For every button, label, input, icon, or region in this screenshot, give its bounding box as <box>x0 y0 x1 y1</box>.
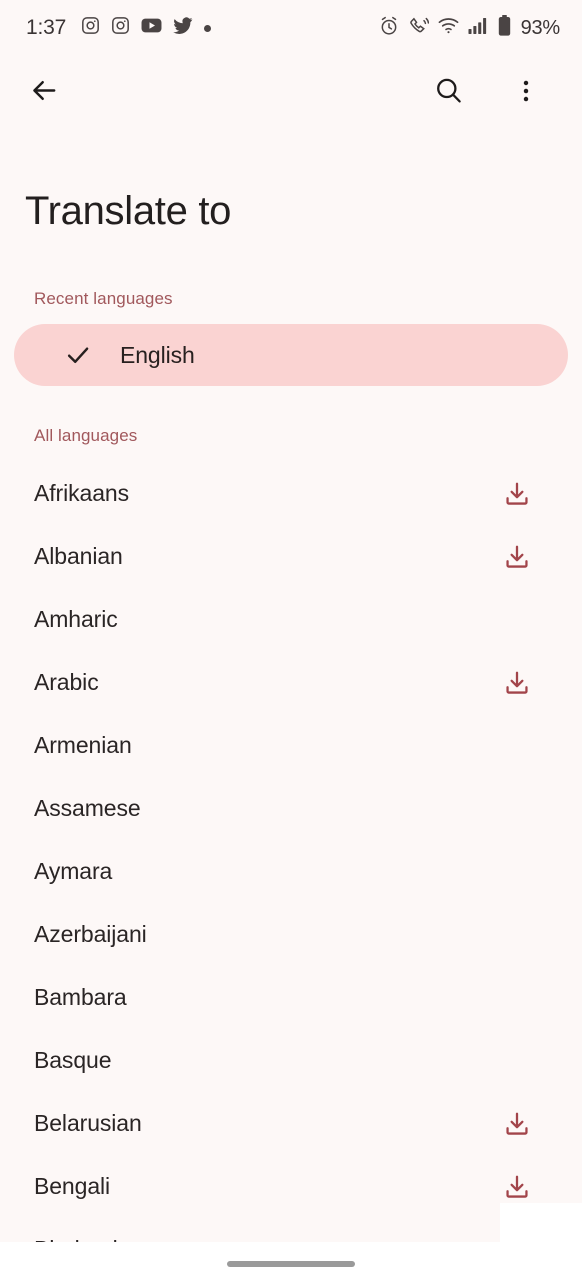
download-slot-empty <box>502 605 532 635</box>
back-button[interactable] <box>22 70 66 114</box>
page-title: Translate to <box>25 189 232 233</box>
language-name: Aymara <box>34 858 113 884</box>
app-bar <box>0 56 582 128</box>
search-button[interactable] <box>426 70 470 114</box>
language-name: Albanian <box>34 543 123 569</box>
download-slot-empty <box>502 1046 532 1076</box>
language-item-selected[interactable]: English <box>14 324 568 386</box>
language-list-item[interactable]: Basque <box>0 1029 582 1092</box>
check-icon <box>64 341 92 369</box>
status-clock: 1:37 <box>26 16 67 39</box>
phone-screen: 1:37 93% Translate to Recent languages E… <box>0 0 582 1286</box>
call-vibrate-icon <box>408 16 429 41</box>
language-list-item[interactable]: Albanian <box>0 525 582 588</box>
language-list-item[interactable]: Bambara <box>0 966 582 1029</box>
instagram-icon <box>81 16 100 40</box>
language-list-item[interactable]: Arabic <box>0 651 582 714</box>
language-name: Bengali <box>34 1173 111 1199</box>
status-bar-right: 93% <box>379 15 560 41</box>
language-name: English <box>120 341 195 368</box>
language-name: Afrikaans <box>34 480 129 506</box>
app-bar-actions <box>426 70 548 114</box>
language-list-item[interactable]: Amharic <box>0 588 582 651</box>
twitter-icon <box>173 16 193 40</box>
language-list-item[interactable]: Assamese <box>0 777 582 840</box>
more-vert-icon <box>513 78 539 107</box>
download-slot-empty <box>502 794 532 824</box>
search-icon <box>434 76 463 108</box>
download-icon[interactable] <box>502 479 532 509</box>
gesture-home-bar[interactable] <box>227 1261 355 1267</box>
language-name: Azerbaijani <box>34 921 147 947</box>
all-languages-list[interactable]: Afrikaans Albanian Amharic Arabic Armenian As… <box>0 462 582 1281</box>
language-list-item[interactable]: Armenian <box>0 714 582 777</box>
language-list-item[interactable]: Bengali <box>0 1155 582 1218</box>
signal-bars-icon <box>468 16 489 40</box>
battery-percent-label: 93% <box>520 16 561 39</box>
language-list-item[interactable]: Afrikaans <box>0 462 582 525</box>
arrow-back-icon <box>29 75 60 109</box>
language-name: Belarusian <box>34 1110 142 1136</box>
notification-dot-icon <box>204 24 212 32</box>
status-bar-left: 1:37 <box>26 16 212 40</box>
download-icon[interactable] <box>502 1109 532 1139</box>
youtube-icon <box>141 16 162 40</box>
download-slot-empty <box>502 920 532 950</box>
overflow-menu-button[interactable] <box>504 70 548 114</box>
section-header-recent: Recent languages <box>34 289 173 308</box>
language-list-item[interactable]: Belarusian <box>0 1092 582 1155</box>
alarm-icon <box>379 16 399 41</box>
instagram-icon <box>111 16 130 40</box>
wifi-icon <box>438 16 459 40</box>
language-name: Amharic <box>34 606 118 632</box>
navigation-bar <box>0 1242 582 1286</box>
download-icon[interactable] <box>502 542 532 572</box>
download-slot-empty <box>502 731 532 761</box>
recent-languages-list: English <box>0 324 582 386</box>
language-name: Arabic <box>34 669 99 695</box>
download-icon[interactable] <box>502 668 532 698</box>
language-name: Assamese <box>34 795 141 821</box>
download-slot-empty <box>502 857 532 887</box>
download-slot-empty <box>502 983 532 1013</box>
language-name: Bambara <box>34 984 127 1010</box>
language-list-item[interactable]: Aymara <box>0 840 582 903</box>
language-name: Basque <box>34 1047 112 1073</box>
status-bar: 1:37 93% <box>0 0 582 56</box>
language-list-item[interactable]: Azerbaijani <box>0 903 582 966</box>
section-header-all: All languages <box>34 426 138 445</box>
battery-icon <box>498 15 511 41</box>
download-icon[interactable] <box>502 1172 532 1202</box>
language-name: Armenian <box>34 732 132 758</box>
